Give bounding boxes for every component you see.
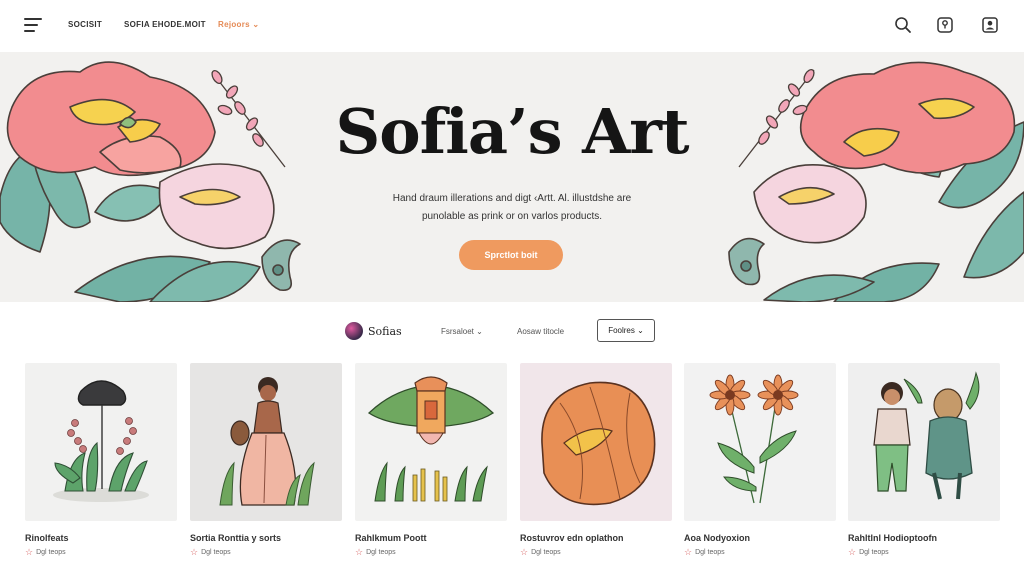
card-meta: ☆ Dgl teops	[355, 548, 507, 557]
nav-link-sofia-ehode[interactable]: SOFIA EHODE.MOIT	[124, 20, 206, 29]
art-thumbnail	[25, 363, 177, 521]
art-card[interactable]: Rostuvrov edn oplathon ☆ Dgl teops	[520, 363, 672, 557]
card-meta-label: Dgl teops	[859, 549, 889, 556]
card-meta-label: Dgl teops	[366, 549, 396, 556]
filter-button[interactable]: Foolres ⌄	[597, 319, 655, 342]
search-icon[interactable]	[894, 16, 912, 34]
woman-figure-art	[219, 377, 315, 506]
hero-cta-button[interactable]: Sprctlot boit	[459, 240, 563, 270]
star-icon: ☆	[25, 547, 34, 557]
art-thumbnail	[684, 363, 836, 521]
art-thumbnail	[190, 363, 342, 521]
card-meta-label: Dgl teops	[695, 549, 725, 556]
art-thumbnail	[848, 363, 1000, 521]
card-meta: ☆ Dgl teops	[190, 548, 342, 557]
dropdown-aosaw[interactable]: Aosaw titocle	[517, 327, 564, 336]
filter-bar: Sofias Fsrsaloet ⌄ Aosaw titocle Foolres…	[0, 302, 1024, 360]
hero-subtitle-line-2: punolable as prink or on varlos products…	[421, 211, 603, 222]
nav-link-rejoors[interactable]: Rejoors ⌄	[218, 20, 259, 29]
dropdown-fsrsaloet[interactable]: Fsrsaloet ⌄	[441, 327, 483, 336]
account-icon[interactable]	[981, 16, 999, 34]
art-card[interactable]: Rinolfeats ☆ Dgl teops	[25, 363, 177, 557]
card-title: Aoa Nodyoxion	[684, 533, 751, 543]
art-card[interactable]: Sortia Ronttia y sorts ☆ Dgl teops	[190, 363, 342, 557]
card-title: Sortia Ronttia y sorts	[190, 533, 282, 543]
star-icon: ☆	[684, 547, 693, 557]
card-meta-label: Dgl teops	[531, 549, 561, 556]
two-figures-art	[873, 371, 980, 500]
chevron-down-icon: ⌄	[637, 326, 644, 335]
chevron-down-icon: ⌄	[476, 327, 483, 336]
nav-link-socist[interactable]: SOCISIT	[68, 20, 102, 29]
card-meta: ☆ Dgl teops	[684, 548, 836, 557]
card-title: Rahlkmum Poott	[355, 533, 427, 543]
art-thumbnail	[355, 363, 507, 521]
chevron-down-icon: ⌄	[252, 20, 260, 29]
art-card[interactable]: Rahlkmum Poott ☆ Dgl teops	[355, 363, 507, 557]
card-meta-label: Dgl teops	[201, 549, 231, 556]
artist-name: Sofias	[368, 325, 402, 338]
art-thumbnail	[520, 363, 672, 521]
hero-subtitle: Hand draum illerations and digt ‹Artt. A…	[362, 190, 662, 226]
dropdown-fsrsaloet-label: Fsrsaloet	[441, 327, 474, 336]
mushroom-plant-art	[53, 380, 149, 502]
card-title: Rostuvrov edn oplathon	[520, 533, 624, 543]
star-icon: ☆	[848, 547, 857, 557]
top-navigation: SOCISIT SOFIA EHODE.MOIT Rejoors ⌄	[0, 0, 1024, 52]
menu-icon[interactable]	[24, 18, 42, 32]
floral-illustration-right	[728, 61, 1024, 302]
floral-illustration-left	[0, 61, 301, 302]
art-card[interactable]: Aoa Nodyoxion ☆ Dgl teops	[684, 363, 836, 557]
star-icon: ☆	[355, 547, 364, 557]
card-meta-label: Dgl teops	[36, 549, 66, 556]
card-title: Rinolfeats	[25, 533, 69, 543]
art-card[interactable]: Rahltlnl Hodioptoofn ☆ Dgl teops	[848, 363, 1000, 557]
card-title: Rahltlnl Hodioptoofn	[848, 533, 937, 543]
hero-banner: Sofia’s Art Hand draum illerations and d…	[0, 52, 1024, 302]
artist-avatar	[345, 322, 363, 340]
filter-button-label: Foolres	[608, 326, 635, 335]
hero-title: Sofia’s Art	[335, 95, 689, 168]
card-meta: ☆ Dgl teops	[25, 548, 177, 557]
orange-flower-art	[541, 381, 656, 506]
card-meta: ☆ Dgl teops	[520, 548, 672, 557]
nav-link-rejoors-label: Rejoors	[218, 20, 250, 29]
star-icon: ☆	[520, 547, 529, 557]
daisies-art	[709, 374, 799, 504]
card-meta: ☆ Dgl teops	[848, 548, 1000, 557]
bag-icon[interactable]	[936, 16, 954, 34]
hero-subtitle-line-1: Hand draum illerations and digt ‹Artt. A…	[392, 193, 632, 204]
mushroom-house-art	[367, 376, 495, 502]
star-icon: ☆	[190, 547, 199, 557]
